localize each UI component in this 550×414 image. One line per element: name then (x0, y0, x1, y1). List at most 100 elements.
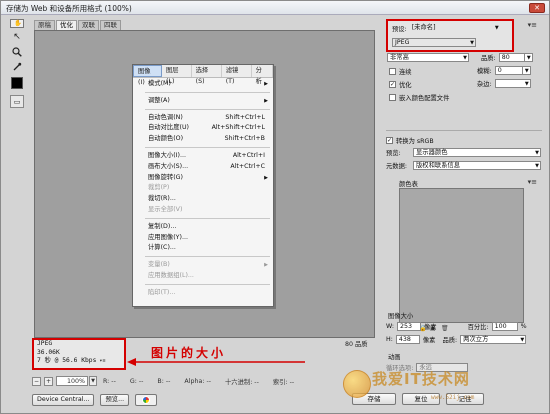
quality-input[interactable]: 80 (498, 53, 525, 62)
menu-item-label: 复制(D)... (148, 222, 177, 230)
save-for-web-dialog: 存储为 Web 和设备所用格式 (100%) ✕ ✋ ↖ ▭ 原稿 优化 双联 … (0, 0, 550, 414)
zoom-out-button[interactable]: − (32, 376, 41, 386)
menu-item-label: 调整(A) (148, 96, 170, 104)
zoom-tool-icon[interactable] (10, 45, 24, 58)
image-menu-item: 图像旋转(G) ▶ (133, 173, 273, 184)
matte-select[interactable]: ▼ (494, 79, 531, 88)
watermark-text: 我爱IT技术网 (372, 370, 470, 388)
preview-select[interactable]: 显示器颜色 ▼ (413, 148, 541, 157)
preview-label: 预览: (386, 150, 401, 157)
file-size-info: JPEG 36.06K 7 秒 @ 56.6 Kbps ▾≡ (32, 338, 126, 370)
submenu-arrow-icon: ▶ (264, 174, 268, 181)
zoom-dropdown-icon[interactable]: ▼ (89, 376, 97, 386)
blur-label: 模糊: (477, 68, 492, 75)
progressive-checkbox[interactable] (389, 68, 396, 75)
status-b: B: -- (157, 377, 171, 385)
blur-input[interactable]: 0 (494, 66, 523, 75)
image-menu-item: 应用图像(Y)... (133, 233, 273, 244)
menu-item-label: 计算(C)... (148, 244, 176, 252)
quality-preset-select[interactable]: 非常高 ▼ (387, 53, 469, 62)
preview-button[interactable]: 预览... (100, 394, 130, 406)
submenu-arrow-icon: ▶ (264, 97, 268, 104)
preset-label: 预设: (392, 26, 407, 33)
preset-value: [未命名] (411, 24, 436, 31)
settings-panel: 预设: [未命名] ▼ JPEG ▼ ▾≡ 非常高 ▼ 品质: 80 ▼ 连续 模糊:… (383, 18, 547, 390)
height-input[interactable]: 438 (395, 335, 420, 344)
width-label: W: (386, 323, 394, 330)
status-g: G: -- (129, 377, 144, 385)
annotation-arrow-icon (127, 358, 305, 366)
resample-select[interactable]: 两次立方 ▼ (460, 335, 527, 344)
image-menu-item: 显示全部(V) (133, 205, 273, 216)
tab-optimized[interactable]: 优化 (56, 20, 77, 30)
menu-item-shortcut: Alt+Ctrl+I (232, 151, 265, 159)
info-file-size: 36.06K (37, 348, 60, 356)
animation-label: 动画 (388, 354, 401, 361)
close-button[interactable]: ✕ (529, 3, 545, 13)
toggle-slices-visibility-icon[interactable]: ▭ (10, 95, 24, 108)
zoom-in-button[interactable]: + (44, 376, 53, 386)
download-time-menu-icon[interactable]: ▾≡ (99, 358, 105, 364)
submenu-arrow-icon: ▶ (264, 81, 268, 87)
width-input[interactable]: 253 (396, 322, 421, 331)
menu-item-shortcut: Shift+Ctrl+L (225, 113, 265, 121)
preset-select[interactable]: [未命名] ▼ (410, 24, 500, 33)
tab-4-up[interactable]: 四联 (100, 20, 121, 30)
menu-item-label: 自动对比度(U) (148, 124, 190, 132)
color-table-menu-icon[interactable]: ▾≡ (528, 178, 537, 186)
zoom-level-field[interactable]: 100% (56, 376, 88, 386)
view-tabs: 原稿 优化 双联 四联 (34, 20, 122, 30)
tab-2-up[interactable]: 双联 (78, 20, 99, 30)
image-menu-item: 自动颜色(O) Shift+Ctrl+B (133, 134, 273, 145)
chevron-down-icon: ▼ (524, 68, 529, 74)
status-hex: 十六进制: -- (225, 378, 259, 386)
percent-unit: % (520, 323, 527, 330)
chevron-down-icon: ▼ (526, 55, 531, 61)
menu-item-label: 变量(B) (148, 261, 170, 269)
status-bar: − + 100% ▼ R: -- G: -- B: -- Alpha: -- 十… (32, 375, 377, 387)
eyedropper-color-swatch[interactable] (11, 77, 23, 89)
width-unit: 像素 (423, 324, 437, 331)
hand-tool-icon[interactable]: ✋ (10, 19, 24, 28)
height-unit: 像素 (422, 337, 436, 344)
quality-slider-dropdown[interactable]: ▼ (524, 53, 533, 62)
chevron-down-icon: ▼ (535, 163, 539, 169)
tab-original[interactable]: 原稿 (34, 20, 55, 30)
image-menu-item: 应用数据组(L)... (133, 271, 273, 282)
optimize-menu-icon[interactable]: ▾≡ (528, 21, 537, 29)
color-table[interactable] (399, 188, 524, 323)
menubar-item-layer: 图层(L) (162, 65, 192, 85)
chevron-down-icon: ▼ (470, 40, 474, 46)
format-select[interactable]: JPEG ▼ (392, 38, 476, 47)
chevron-down-icon: ▼ (524, 81, 529, 87)
image-menu-item: 模式(M) ▶ (133, 79, 273, 90)
status-r: R: -- (103, 377, 116, 385)
embed-profile-checkbox[interactable] (389, 94, 396, 101)
metadata-select[interactable]: 版权和联系信息 ▼ (413, 161, 541, 170)
menu-item-label: 自动色调(N) (148, 113, 183, 121)
metadata-label: 元数据: (386, 163, 408, 170)
browser-preview-button[interactable] (135, 394, 158, 406)
menu-item-shortcut: Alt+Ctrl+C (230, 162, 265, 170)
chevron-down-icon: ▼ (494, 25, 499, 31)
image-menu-item: 计算(C)... (133, 243, 273, 254)
menu-item-shortcut: Shift+Ctrl+B (224, 135, 265, 143)
submenu-arrow-icon: ▶ (264, 262, 268, 269)
eyedropper-tool-icon[interactable] (10, 60, 24, 73)
slice-select-tool-icon[interactable]: ↖ (10, 30, 24, 43)
chevron-down-icon: ▼ (463, 55, 467, 61)
toolbox: ✋ ↖ ▭ (10, 19, 26, 109)
device-central-button[interactable]: Device Central... (32, 394, 95, 406)
matte-label: 杂边: (477, 81, 492, 88)
percent-input[interactable]: 100 (491, 322, 518, 331)
chevron-down-icon: ▼ (520, 337, 525, 343)
image-menu-item: 画布大小(S)... Alt+Ctrl+C (133, 162, 273, 173)
menubar-item-select: 选择(S) (192, 65, 222, 85)
convert-srgb-label: 转换为 sRGB (396, 138, 434, 145)
quality-label: 品质: (481, 55, 496, 62)
image-menu-item: 自动对比度(U) Alt+Shift+Ctrl+L (133, 123, 273, 134)
optimized-checkbox[interactable]: ✓ (389, 81, 396, 88)
menu-item-label: 图像大小(I)... (148, 151, 186, 159)
convert-srgb-checkbox[interactable]: ✓ (386, 137, 393, 144)
blur-dropdown[interactable]: ▼ (522, 66, 531, 75)
